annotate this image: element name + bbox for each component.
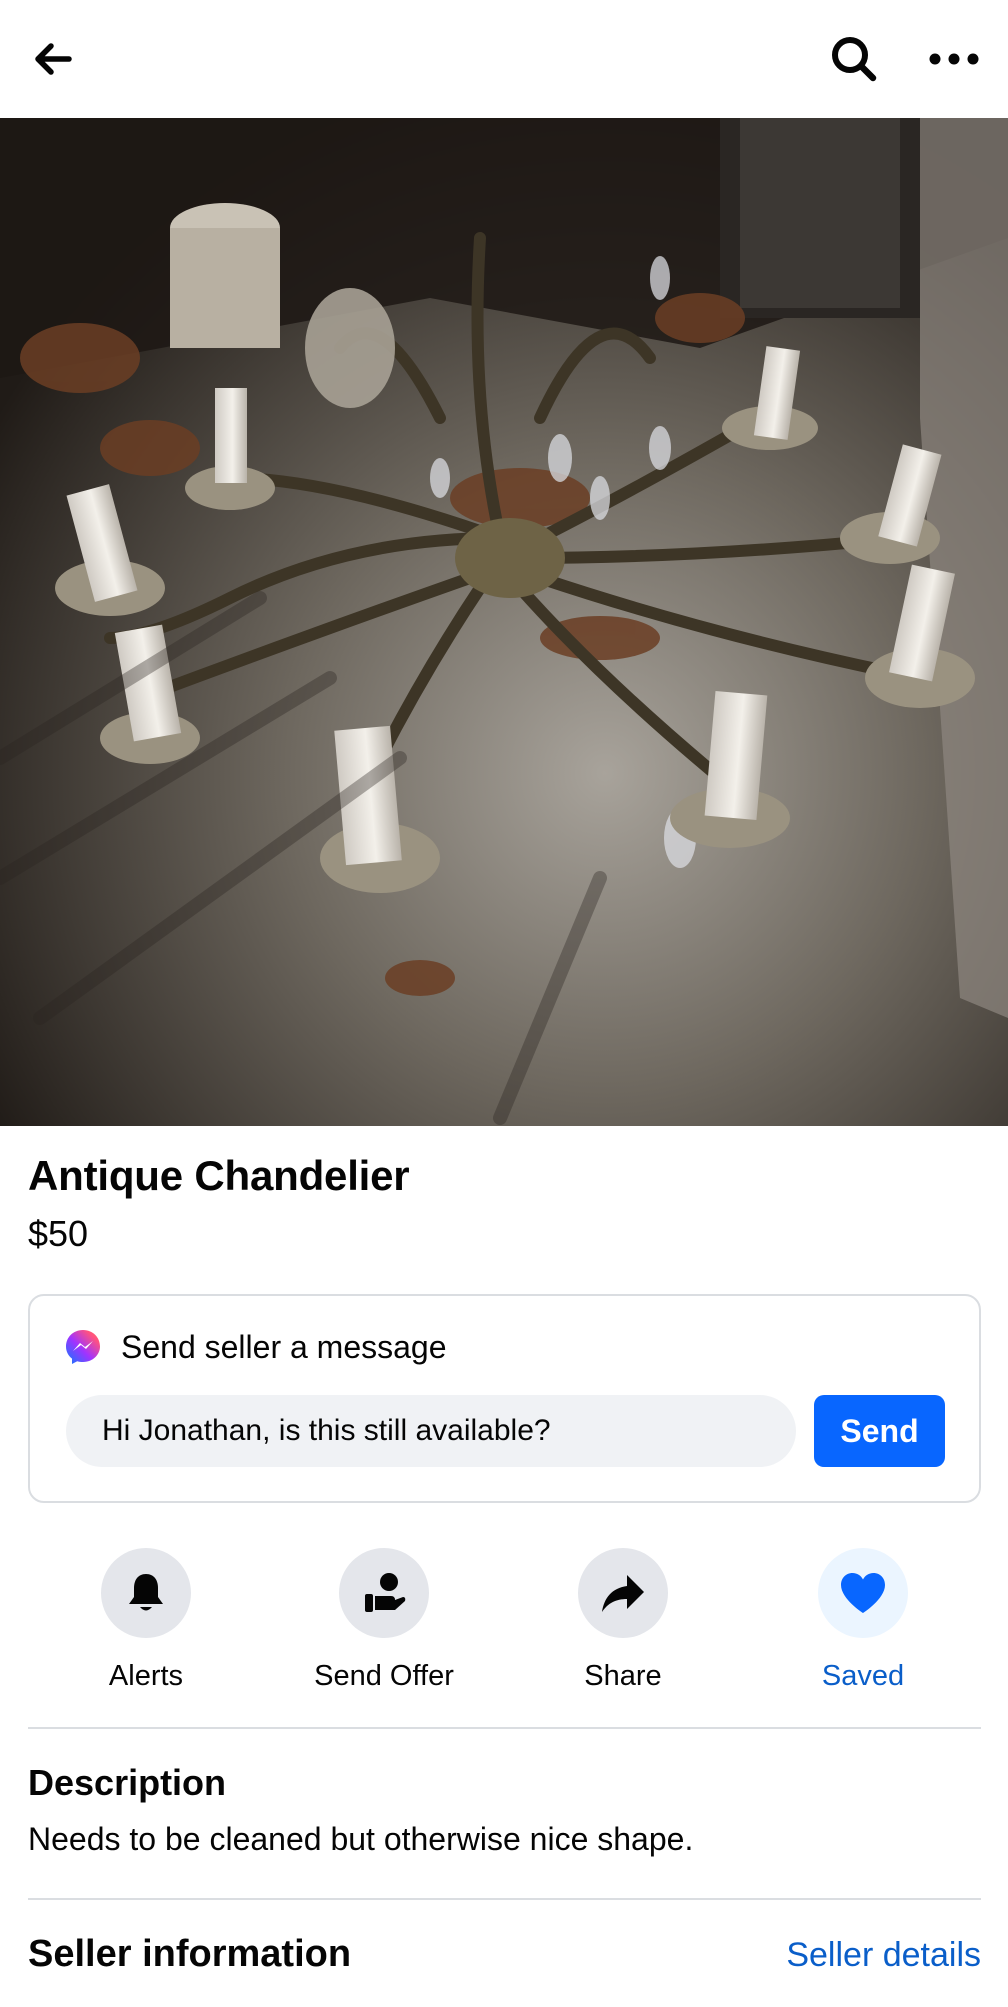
- listing-price: $50: [28, 1213, 89, 1254]
- bell-icon: [129, 1574, 163, 1611]
- share-button[interactable]: Share: [513, 1548, 733, 1693]
- share-circle: [578, 1548, 668, 1638]
- back-button[interactable]: [13, 19, 93, 99]
- send-message-card: Send seller a message Hi Jonathan, is th…: [28, 1294, 981, 1503]
- alerts-label: Alerts: [108, 1660, 184, 1692]
- alerts-button[interactable]: Alerts: [36, 1548, 256, 1693]
- more-horizontal-icon: [929, 53, 979, 65]
- more-options-button[interactable]: [914, 19, 994, 99]
- divider: [28, 1898, 981, 1900]
- chandelier-image: [0, 118, 1008, 1126]
- send-offer-circle: [339, 1548, 429, 1638]
- message-input[interactable]: Hi Jonathan, is this still available?: [66, 1395, 796, 1467]
- message-header: Send seller a message: [64, 1328, 447, 1366]
- message-header-label: Send seller a message: [121, 1328, 447, 1365]
- saved-label: Saved: [821, 1660, 905, 1692]
- listing-photo[interactable]: [0, 118, 1008, 1126]
- saved-circle: [818, 1548, 908, 1638]
- seller-details-link[interactable]: Seller details: [786, 1936, 981, 1975]
- offer-icon: [365, 1573, 406, 1612]
- search-button[interactable]: [814, 19, 894, 99]
- top-bar: [0, 0, 1008, 118]
- seller-info-heading: Seller information: [28, 1933, 352, 1975]
- saved-button[interactable]: Saved: [753, 1548, 973, 1693]
- send-offer-label: Send Offer: [314, 1660, 454, 1692]
- description-heading: Description: [28, 1762, 227, 1803]
- share-icon: [602, 1575, 644, 1612]
- divider: [28, 1727, 981, 1729]
- share-label: Share: [584, 1660, 662, 1692]
- description-text: Needs to be cleaned but otherwise nice s…: [28, 1821, 694, 1857]
- messenger-icon: [66, 1330, 100, 1364]
- listing-title: Antique Chandelier: [28, 1152, 410, 1199]
- marketplace-listing-page: Antique Chandelier $50 Send seller a mes…: [0, 0, 1008, 2007]
- search-icon: [832, 37, 877, 82]
- send-button[interactable]: Send: [814, 1395, 945, 1467]
- heart-icon: [841, 1573, 885, 1613]
- send-offer-button[interactable]: Send Offer: [274, 1548, 494, 1693]
- alerts-circle: [101, 1548, 191, 1638]
- arrow-left-icon: [35, 43, 72, 75]
- action-bar: Alerts Send Offer Share Saved: [0, 1548, 1008, 1698]
